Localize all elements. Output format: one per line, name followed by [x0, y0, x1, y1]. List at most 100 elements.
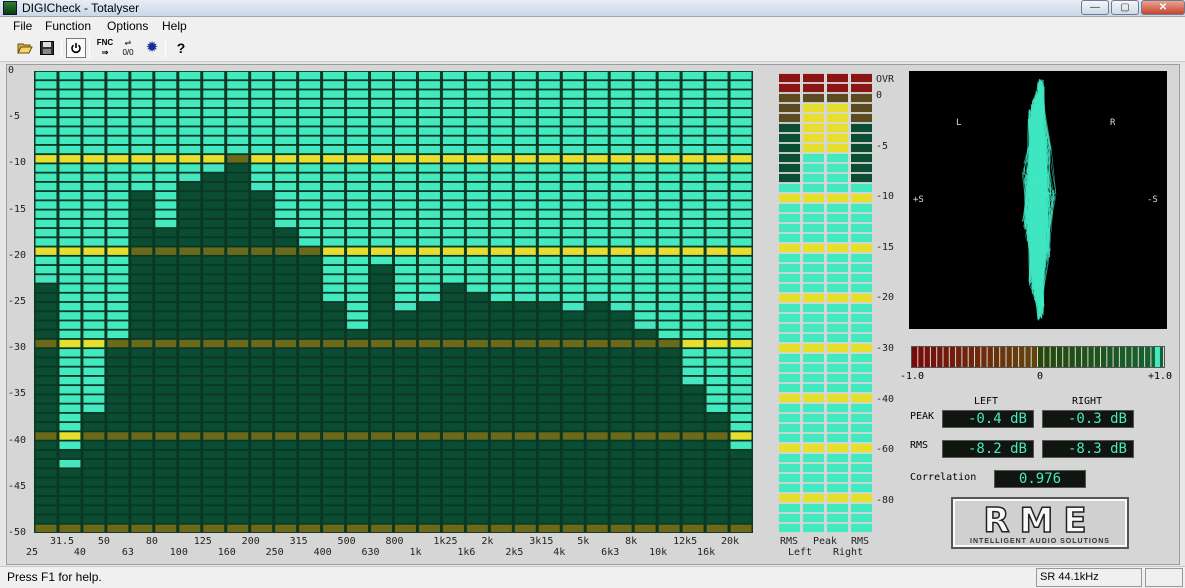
- level-segment: [827, 193, 848, 203]
- rta-segment: [203, 118, 225, 126]
- rta-segment: [275, 367, 297, 376]
- app-icon[interactable]: [3, 1, 17, 15]
- rta-segment: [395, 469, 416, 477]
- rta-segment: [251, 496, 273, 505]
- rta-segment: [227, 275, 249, 283]
- rta-segment: [442, 90, 464, 98]
- level-meters[interactable]: [778, 73, 874, 533]
- rta-segment: [634, 330, 656, 339]
- rta-segment: [131, 321, 153, 329]
- rta-segment: [706, 256, 728, 265]
- correlation-segment: [968, 347, 974, 367]
- rta-segment: [538, 358, 560, 366]
- minimize-button[interactable]: —: [1081, 0, 1109, 15]
- rta-segment: [371, 349, 392, 357]
- rta-segment: [227, 164, 249, 172]
- rta-segment: [131, 469, 153, 477]
- menu-function[interactable]: Function: [45, 19, 91, 33]
- rta-segment: [155, 173, 177, 181]
- help-button[interactable]: ?: [171, 38, 191, 58]
- rta-segment: [682, 339, 704, 348]
- rta-segment: [514, 99, 536, 108]
- function-button[interactable]: FNC ⇒: [95, 38, 115, 58]
- rta-segment: [730, 145, 752, 154]
- rta-segment: [634, 118, 656, 126]
- rta-segment: [203, 284, 225, 292]
- level-segment: [779, 523, 800, 533]
- rta-segment: [155, 423, 177, 431]
- vector-scope[interactable]: L R +S -S: [909, 71, 1167, 329]
- correlation-segment: [1006, 347, 1012, 367]
- rta-segment: [299, 469, 321, 477]
- rta-segment: [107, 349, 129, 357]
- rta-segment: [203, 395, 225, 403]
- rta-segment: [155, 367, 177, 376]
- rta-segment: [155, 228, 177, 237]
- rta-segment: [586, 238, 608, 246]
- rta-segment: [131, 90, 153, 98]
- rta-segment: [682, 441, 704, 449]
- rta-segment: [395, 228, 416, 237]
- rta-segment: [155, 515, 177, 523]
- rta-segment: [610, 376, 632, 385]
- rta-segment: [538, 210, 560, 218]
- rta-segment: [155, 524, 177, 533]
- rta-segment: [658, 423, 680, 431]
- rta-segment: [562, 164, 584, 172]
- power-button[interactable]: [66, 38, 86, 58]
- rta-segment: [155, 99, 177, 108]
- resize-grip[interactable]: [1145, 568, 1183, 587]
- level-segment: [827, 473, 848, 483]
- maximize-button[interactable]: ▢: [1111, 0, 1139, 15]
- rta-segment: [682, 173, 704, 181]
- level-segment: [827, 203, 848, 213]
- rta-segment: [418, 367, 440, 376]
- save-button[interactable]: [37, 38, 57, 58]
- rta-segment: [59, 413, 81, 422]
- rta-segment: [658, 367, 680, 376]
- level-segment: [779, 133, 800, 143]
- level-segment: [827, 383, 848, 393]
- level-segment: [803, 333, 824, 343]
- rta-segment: [442, 349, 464, 357]
- close-button[interactable]: ✕: [1141, 0, 1185, 15]
- menu-file[interactable]: File: [13, 19, 32, 33]
- menu-help[interactable]: Help: [162, 19, 187, 33]
- rta-segment: [371, 487, 392, 496]
- rta-segment: [227, 155, 249, 163]
- rta-segment: [59, 515, 81, 523]
- calibration-button[interactable]: ⇌ 0/0: [118, 38, 138, 58]
- rta-segment: [371, 238, 392, 246]
- rta-segment: [203, 265, 225, 274]
- rta-segment: [514, 256, 536, 265]
- third-octave-analyzer[interactable]: [34, 71, 753, 533]
- rta-segment: [107, 118, 129, 126]
- rta-segment: [59, 478, 81, 486]
- rta-segment: [131, 145, 153, 154]
- rta-segment: [227, 358, 249, 366]
- rta-segment: [562, 136, 584, 145]
- rta-segment: [514, 386, 536, 394]
- rta-x-tick: 1k6: [457, 547, 476, 558]
- rta-segment: [251, 469, 273, 477]
- rta-segment: [514, 339, 536, 348]
- rta-segment: [323, 228, 345, 237]
- rta-segment: [131, 256, 153, 265]
- level-segment: [827, 303, 848, 313]
- rta-segment: [155, 108, 177, 117]
- rta-segment: [490, 99, 512, 108]
- open-folder-button[interactable]: [15, 38, 35, 58]
- rta-segment: [251, 339, 273, 348]
- rta-segment: [179, 302, 201, 311]
- rta-segment: [730, 90, 752, 98]
- rta-segment: [634, 228, 656, 237]
- level-segment: [827, 163, 848, 173]
- rta-segment: [682, 450, 704, 459]
- rta-segment: [490, 256, 512, 265]
- level-segment: [851, 513, 872, 523]
- rta-segment: [371, 339, 392, 348]
- menu-options[interactable]: Options: [107, 19, 148, 33]
- settings-button[interactable]: ✹: [142, 38, 162, 58]
- rta-segment: [179, 164, 201, 172]
- rta-segment: [418, 496, 440, 505]
